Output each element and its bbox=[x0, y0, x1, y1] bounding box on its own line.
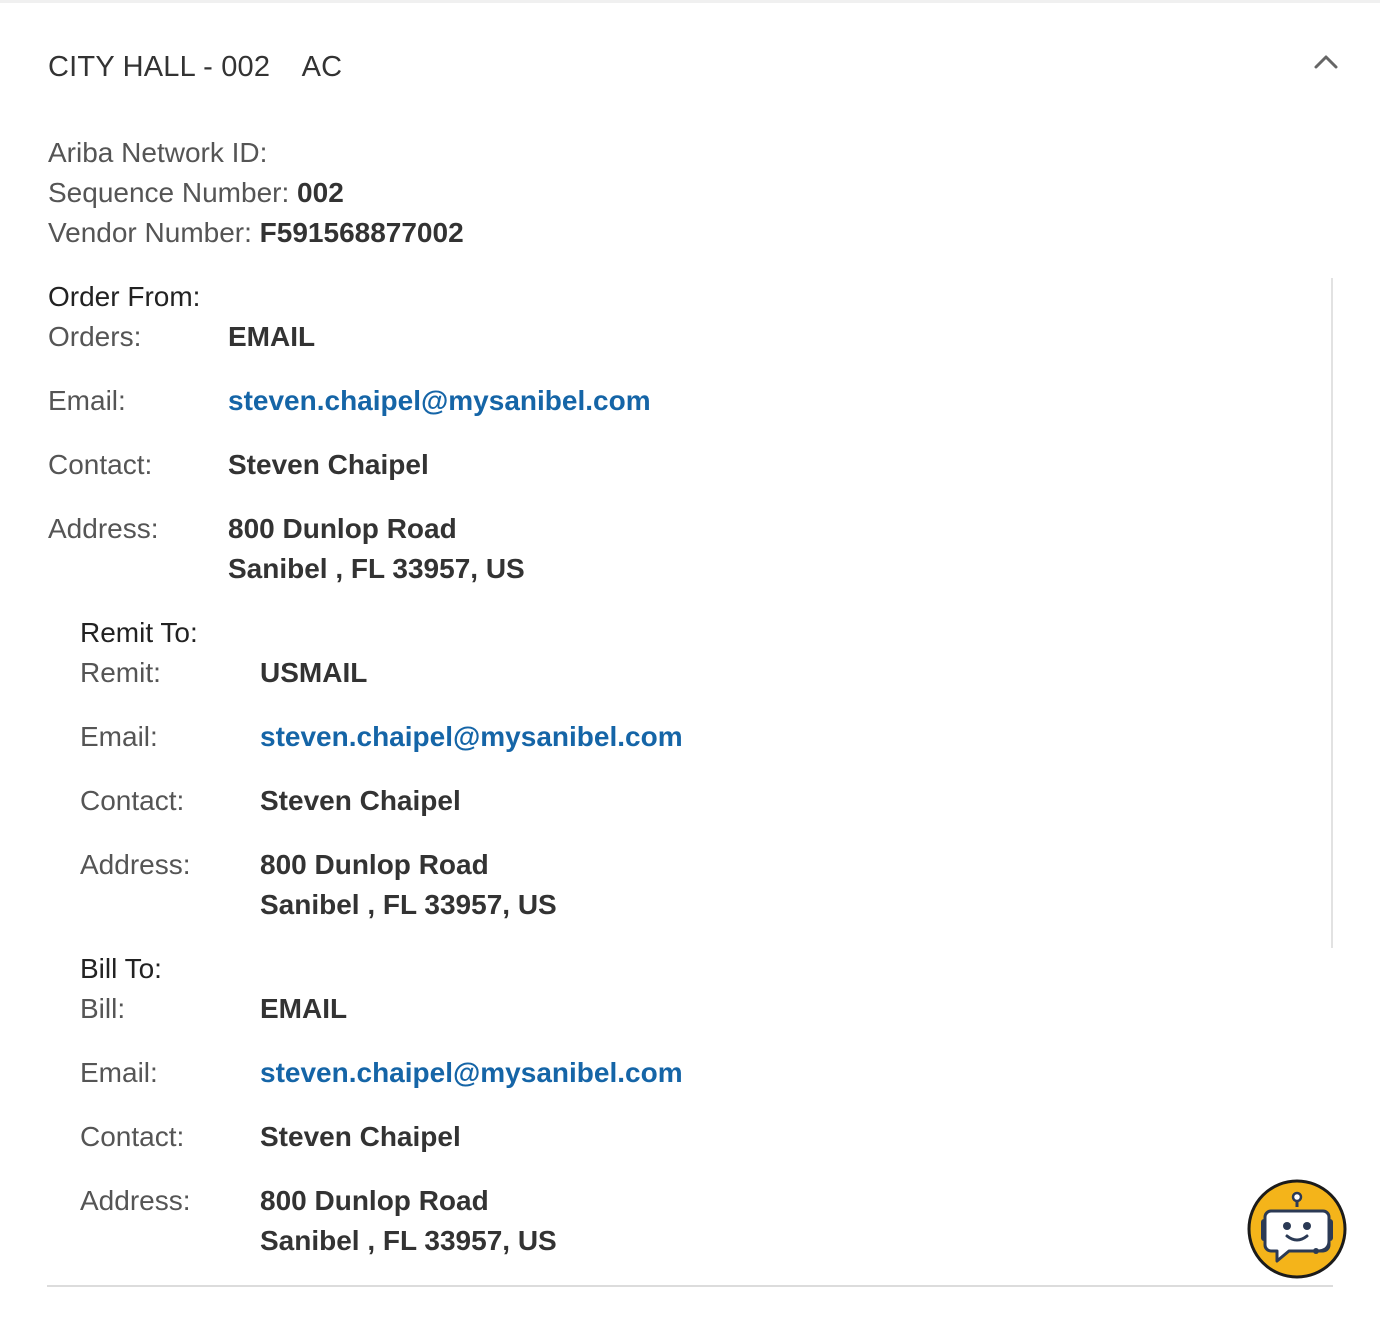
remit-email-link[interactable]: steven.chaipel@mysanibel.com bbox=[260, 717, 683, 757]
supplier-location-card: CITY HALL - 002 AC Ariba Network ID: Seq… bbox=[0, 0, 1380, 1325]
bill-contact-row: Contact: Steven Chaipel bbox=[80, 1117, 461, 1181]
remit-email-label: Email: bbox=[80, 721, 158, 752]
order-email-link[interactable]: steven.chaipel@mysanibel.com bbox=[228, 381, 651, 421]
sequence-number-label: Sequence Number: bbox=[48, 177, 290, 208]
remit-address-row: Address: 800 Dunlop Road Sanibel , FL 33… bbox=[80, 845, 557, 925]
bill-to-title: Bill To: bbox=[80, 953, 162, 984]
vendor-number-label: Vendor Number: bbox=[48, 217, 252, 248]
bill-email-label: Email: bbox=[80, 1057, 158, 1088]
bill-to-section: Bill To: Bill: EMAIL Email: steven.chaip… bbox=[80, 949, 683, 1261]
order-contact-value: Steven Chaipel bbox=[228, 449, 429, 480]
collapse-button[interactable] bbox=[1306, 43, 1346, 83]
ariba-network-id-row: Ariba Network ID: bbox=[48, 133, 464, 173]
order-from-title: Order From: bbox=[48, 281, 201, 312]
remit-address-line1: 800 Dunlop Road bbox=[260, 849, 489, 880]
order-email-row: Email: steven.chaipel@mysanibel.com bbox=[48, 381, 651, 445]
chevron-up-icon bbox=[1314, 55, 1338, 69]
remit-to-section: Remit To: Remit: USMAIL Email: steven.ch… bbox=[80, 613, 683, 925]
bill-method-row: Bill: EMAIL bbox=[80, 989, 347, 1053]
remit-method-value: USMAIL bbox=[260, 657, 368, 688]
bill-address-line2: Sanibel , FL 33957, US bbox=[260, 1225, 557, 1256]
remit-to-title: Remit To: bbox=[80, 617, 198, 648]
location-title: CITY HALL - 002 AC bbox=[48, 51, 343, 83]
bill-address-row: Address: 800 Dunlop Road Sanibel , FL 33… bbox=[80, 1181, 557, 1261]
bill-contact-value: Steven Chaipel bbox=[260, 1121, 461, 1152]
bill-email-row: Email: steven.chaipel@mysanibel.com bbox=[80, 1053, 683, 1117]
remit-address-label: Address: bbox=[80, 849, 191, 880]
bill-email-link[interactable]: steven.chaipel@mysanibel.com bbox=[260, 1053, 683, 1093]
bill-address-value: 800 Dunlop Road Sanibel , FL 33957, US bbox=[260, 1181, 557, 1261]
order-contact-label: Contact: bbox=[48, 449, 153, 480]
bill-method-label: Bill: bbox=[80, 993, 126, 1024]
remit-contact-label: Contact: bbox=[80, 785, 185, 816]
bill-method-value: EMAIL bbox=[260, 993, 348, 1024]
order-method-value: EMAIL bbox=[228, 321, 316, 352]
remit-method-label: Remit: bbox=[80, 657, 161, 688]
remit-contact-row: Contact: Steven Chaipel bbox=[80, 781, 461, 845]
order-method-label: Orders: bbox=[48, 321, 142, 352]
remit-contact-value: Steven Chaipel bbox=[260, 785, 461, 816]
order-address-label: Address: bbox=[48, 513, 159, 544]
remit-address-line2: Sanibel , FL 33957, US bbox=[260, 889, 557, 920]
order-address-value: 800 Dunlop Road Sanibel , FL 33957, US bbox=[228, 509, 525, 589]
sequence-number-value: 002 bbox=[297, 177, 344, 208]
chatbot-button[interactable] bbox=[1247, 1179, 1347, 1279]
order-from-section: Order From: Orders: EMAIL Email: steven.… bbox=[48, 277, 651, 589]
order-address-row: Address: 800 Dunlop Road Sanibel , FL 33… bbox=[48, 509, 525, 589]
remit-address-value: 800 Dunlop Road Sanibel , FL 33957, US bbox=[260, 845, 557, 925]
location-meta: Ariba Network ID: Sequence Number: 002 V… bbox=[48, 133, 464, 253]
order-method-row: Orders: EMAIL bbox=[48, 317, 315, 381]
order-email-label: Email: bbox=[48, 385, 126, 416]
bottom-divider bbox=[47, 1285, 1333, 1287]
order-address-line2: Sanibel , FL 33957, US bbox=[228, 553, 525, 584]
vertical-divider bbox=[1331, 278, 1333, 948]
order-address-line1: 800 Dunlop Road bbox=[228, 513, 457, 544]
order-contact-row: Contact: Steven Chaipel bbox=[48, 445, 429, 509]
bill-address-label: Address: bbox=[80, 1185, 191, 1216]
bill-contact-label: Contact: bbox=[80, 1121, 185, 1152]
bill-address-line1: 800 Dunlop Road bbox=[260, 1185, 489, 1216]
remit-email-row: Email: steven.chaipel@mysanibel.com bbox=[80, 717, 683, 781]
sequence-number-row: Sequence Number: 002 bbox=[48, 173, 464, 213]
ariba-network-id-label: Ariba Network ID: bbox=[48, 137, 268, 168]
vendor-number-row: Vendor Number: F591568877002 bbox=[48, 213, 464, 253]
vendor-number-value: F591568877002 bbox=[259, 217, 464, 248]
remit-method-row: Remit: USMAIL bbox=[80, 653, 367, 717]
chatbot-robot-icon bbox=[1247, 1179, 1347, 1279]
